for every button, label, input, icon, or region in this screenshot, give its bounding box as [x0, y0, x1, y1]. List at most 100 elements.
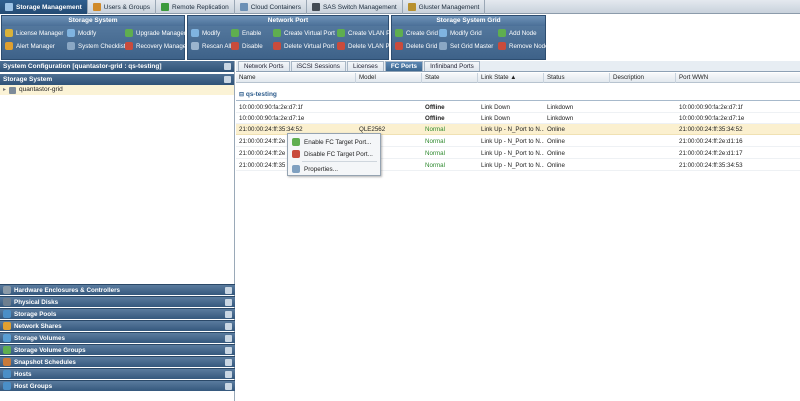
schedule-icon — [3, 358, 11, 366]
tab-users-groups[interactable]: Users & Groups — [88, 0, 156, 14]
tab-network-ports[interactable]: Network Ports — [238, 61, 290, 71]
alert-manager-button[interactable]: Alert Manager — [5, 41, 63, 51]
nav-snapshot-schedules[interactable]: Snapshot Schedules — [0, 356, 235, 367]
license-manager-button[interactable]: License Manager — [5, 28, 63, 38]
recovery-manager-button[interactable]: Recovery Manager — [125, 41, 188, 51]
table-row[interactable]: 10:00:00:90:fa:2e:d7:1e Offline Link Dow… — [236, 113, 800, 124]
cell-link-state: Link Up - N_Port to N... — [481, 126, 544, 133]
tab-infiniband-ports[interactable]: Infiniband Ports — [424, 61, 480, 71]
expand-icon[interactable] — [225, 383, 232, 390]
cell-link-state: Link Down — [481, 115, 510, 122]
tab-licenses[interactable]: Licenses — [346, 61, 384, 71]
ribbon-toolbar: Storage System License Manager Modify Up… — [0, 14, 800, 61]
tab-sas-switch-management[interactable]: SAS Switch Management — [307, 0, 403, 14]
button-label: Create Grid — [406, 29, 438, 37]
column-header-state[interactable]: State — [422, 73, 478, 83]
enable-port-button[interactable]: Enable — [231, 28, 269, 38]
rescan-all-button[interactable]: Rescan All — [191, 41, 231, 51]
disable-port-button[interactable]: Disable — [231, 41, 269, 51]
menu-item-enable-fc-target-port[interactable]: Enable FC Target Port... — [288, 136, 380, 148]
delete-virtual-port-button[interactable]: Delete Virtual Port — [273, 41, 334, 51]
expand-icon[interactable] — [225, 335, 232, 342]
cell-status: Online — [547, 150, 565, 157]
tab-gluster-management[interactable]: Gluster Management — [403, 0, 486, 14]
nav-label: Storage Volumes — [14, 334, 65, 342]
add-node-icon — [498, 29, 506, 37]
modify-system-button[interactable]: Modify — [67, 28, 121, 38]
checklist-icon — [67, 42, 75, 50]
modify-port-button[interactable]: Modify — [191, 28, 227, 38]
nav-host-groups[interactable]: Host Groups — [0, 380, 235, 391]
expand-icon[interactable] — [225, 347, 232, 354]
nav-network-shares[interactable]: Network Shares — [0, 320, 235, 331]
volume-group-icon — [3, 346, 11, 354]
button-label: Delete VLAN Port — [348, 42, 397, 50]
collapse-icon[interactable] — [224, 63, 231, 70]
column-header-name[interactable]: Name — [236, 73, 356, 83]
host-icon — [3, 370, 11, 378]
expand-icon[interactable] — [225, 287, 232, 294]
grid-group-row[interactable]: ⊟ qs-testing — [236, 89, 800, 101]
menu-item-properties[interactable]: Properties... — [288, 163, 380, 175]
collapse-group-icon[interactable]: ⊟ — [239, 92, 244, 98]
column-header-status[interactable]: Status — [544, 73, 610, 83]
tab-cloud-containers[interactable]: Cloud Containers — [235, 0, 307, 14]
cell-port-wwn: 21:00:00:24:ff:2e:d1:16 — [679, 138, 743, 145]
column-header-port-wwn[interactable]: Port WWN — [676, 73, 800, 83]
cell-state: Normal — [425, 150, 445, 157]
delete-grid-button[interactable]: Delete Grid — [395, 41, 437, 51]
nav-storage-volumes[interactable]: Storage Volumes — [0, 332, 235, 343]
detail-tab-bar: Network Ports iSCSI Sessions Licenses FC… — [236, 61, 800, 72]
alert-icon — [5, 42, 13, 50]
collapse-icon[interactable] — [224, 76, 231, 83]
tab-fc-ports[interactable]: FC Ports — [384, 61, 424, 71]
expand-icon[interactable] — [225, 299, 232, 306]
button-label: Modify Grid — [450, 29, 482, 37]
button-label: Modify — [78, 29, 97, 37]
left-panel: System Configuration [quantastor-grid : … — [0, 61, 235, 401]
nav-storage-pools[interactable]: Storage Pools — [0, 308, 235, 319]
column-header-description[interactable]: Description — [610, 73, 676, 83]
expand-icon[interactable] — [225, 371, 232, 378]
recovery-icon — [125, 42, 133, 50]
nav-hardware-enclosures[interactable]: Hardware Enclosures & Controllers — [0, 284, 235, 295]
expand-icon[interactable] — [225, 323, 232, 330]
cell-link-state: Link Up - N_Port to N... — [481, 138, 544, 145]
tab-remote-replication[interactable]: Remote Replication — [156, 0, 235, 14]
column-header-link-state[interactable]: Link State ▲ — [478, 73, 544, 83]
expand-icon[interactable] — [225, 359, 232, 366]
upgrade-manager-button[interactable]: Upgrade Manager — [125, 28, 187, 38]
nav-hosts[interactable]: Hosts — [0, 368, 235, 379]
menu-item-disable-fc-target-port[interactable]: Disable FC Target Port... — [288, 148, 380, 160]
button-label: Disable — [242, 42, 263, 50]
expand-icon[interactable] — [225, 311, 232, 318]
tab-iscsi-sessions[interactable]: iSCSI Sessions — [290, 61, 346, 71]
storage-system-section-header[interactable]: Storage System — [0, 74, 234, 85]
create-vlan-port-button[interactable]: Create VLAN Port — [337, 28, 398, 38]
column-header-model[interactable]: Model — [356, 73, 422, 83]
tab-label: Gluster Management — [418, 3, 480, 11]
pool-icon — [3, 310, 11, 318]
tab-storage-management[interactable]: Storage Management — [0, 0, 88, 14]
cell-port-wwn: 10:00:00:90:fa:2e:d7:1f — [679, 104, 743, 111]
button-label: Add Node — [509, 29, 537, 37]
nav-label: Snapshot Schedules — [14, 358, 76, 366]
cell-state: Normal — [425, 126, 445, 133]
delete-vlan-port-button[interactable]: Delete VLAN Port — [337, 41, 397, 51]
tab-label: Cloud Containers — [250, 3, 301, 11]
modify-grid-button[interactable]: Modify Grid — [439, 28, 494, 38]
expand-icon[interactable]: ▸ — [3, 85, 6, 95]
table-row[interactable]: 10:00:00:90:fa:2e:d7:1f Offline Link Dow… — [236, 102, 800, 113]
modify-icon — [439, 29, 447, 37]
tree-item-quantastor-grid[interactable]: ▸ quantastor-grid — [0, 85, 234, 95]
nav-physical-disks[interactable]: Physical Disks — [0, 296, 235, 307]
add-node-button[interactable]: Add Node — [498, 28, 544, 38]
system-checklist-button[interactable]: System Checklist — [67, 41, 125, 51]
create-grid-button[interactable]: Create Grid — [395, 28, 438, 38]
create-virtual-port-button[interactable]: Create Virtual Port — [273, 28, 335, 38]
set-grid-master-button[interactable]: Set Grid Master — [439, 41, 494, 51]
nav-storage-volume-groups[interactable]: Storage Volume Groups — [0, 344, 235, 355]
nav-label: Network Shares — [14, 322, 62, 330]
remove-node-button[interactable]: Remove Node — [498, 41, 549, 51]
ribbon-group-network-port: Network Port Modify Enable Create Virtua… — [187, 15, 398, 60]
